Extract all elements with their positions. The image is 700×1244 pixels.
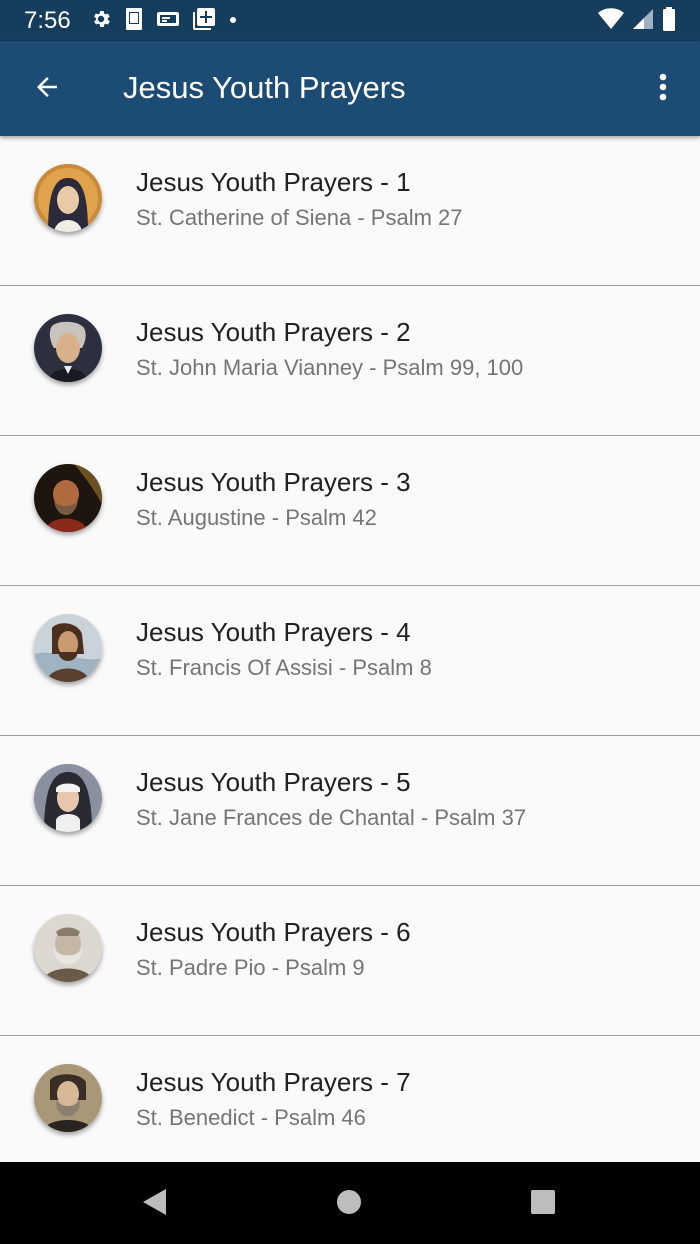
item-title: Jesus Youth Prayers - 5 (136, 767, 411, 797)
item-subtitle: St. Padre Pio - Psalm 9 (136, 955, 365, 980)
status-bar: 7:56 (0, 0, 700, 41)
avatar-padre-pio (34, 914, 102, 982)
nav-back-button[interactable] (132, 1182, 176, 1226)
list-item[interactable]: Jesus Youth Prayers - 5 St. Jane Frances… (0, 736, 700, 886)
nav-home-icon (335, 1188, 363, 1221)
avatar-john-maria-vianney (34, 314, 102, 382)
status-time: 7:56 (24, 7, 71, 34)
page-title: Jesus Youth Prayers (123, 70, 406, 105)
list-item[interactable]: Jesus Youth Prayers - 4 St. Francis Of A… (0, 586, 700, 736)
item-subtitle: St. Benedict - Psalm 46 (136, 1105, 366, 1130)
item-subtitle: St. Augustine - Psalm 42 (136, 505, 377, 530)
add-box-icon (192, 7, 216, 36)
list-item[interactable]: Jesus Youth Prayers - 2 St. John Maria V… (0, 286, 700, 436)
item-title: Jesus Youth Prayers - 2 (136, 317, 411, 347)
more-options-button[interactable] (648, 67, 678, 111)
sim-card-icon (124, 7, 144, 36)
signal-icon (632, 8, 654, 35)
item-title: Jesus Youth Prayers - 3 (136, 467, 411, 497)
item-title: Jesus Youth Prayers - 4 (136, 617, 411, 647)
item-title: Jesus Youth Prayers - 6 (136, 917, 411, 947)
list-item[interactable]: Jesus Youth Prayers - 1 St. Catherine of… (0, 136, 700, 286)
battery-icon (662, 6, 676, 36)
avatar-catherine-of-siena (34, 164, 102, 232)
dot-icon (228, 12, 238, 30)
prayer-list: Jesus Youth Prayers - 1 St. Catherine of… (0, 136, 700, 1162)
list-item[interactable]: Jesus Youth Prayers - 6 St. Padre Pio - … (0, 886, 700, 1036)
cast-icon (156, 9, 180, 34)
back-button[interactable] (22, 67, 72, 111)
avatar-jane-frances-de-chantal (34, 764, 102, 832)
list-item[interactable]: Jesus Youth Prayers - 7 St. Benedict - P… (0, 1036, 700, 1162)
list-item[interactable]: Jesus Youth Prayers - 3 St. Augustine - … (0, 436, 700, 586)
navigation-bar (0, 1162, 700, 1244)
avatar-benedict (34, 1064, 102, 1132)
item-title: Jesus Youth Prayers - 1 (136, 167, 411, 197)
item-title: Jesus Youth Prayers - 7 (136, 1067, 411, 1097)
item-subtitle: St. Jane Frances de Chantal - Psalm 37 (136, 805, 527, 830)
nav-recents-button[interactable] (521, 1182, 565, 1226)
item-subtitle: St. John Maria Vianney - Psalm 99, 100 (136, 355, 524, 380)
avatar-augustine (34, 464, 102, 532)
nav-recents-icon (529, 1188, 557, 1221)
app-bar: Jesus Youth Prayers (0, 41, 700, 136)
item-subtitle: St. Francis Of Assisi - Psalm 8 (136, 655, 432, 680)
settings-icon (90, 8, 112, 35)
item-subtitle: St. Catherine of Siena - Psalm 27 (136, 205, 463, 230)
wifi-icon (598, 7, 624, 35)
avatar-francis-of-assisi (34, 614, 102, 682)
nav-back-icon (140, 1187, 168, 1222)
nav-home-button[interactable] (327, 1182, 371, 1226)
more-vert-icon (658, 72, 668, 107)
arrow-back-icon (32, 72, 62, 107)
